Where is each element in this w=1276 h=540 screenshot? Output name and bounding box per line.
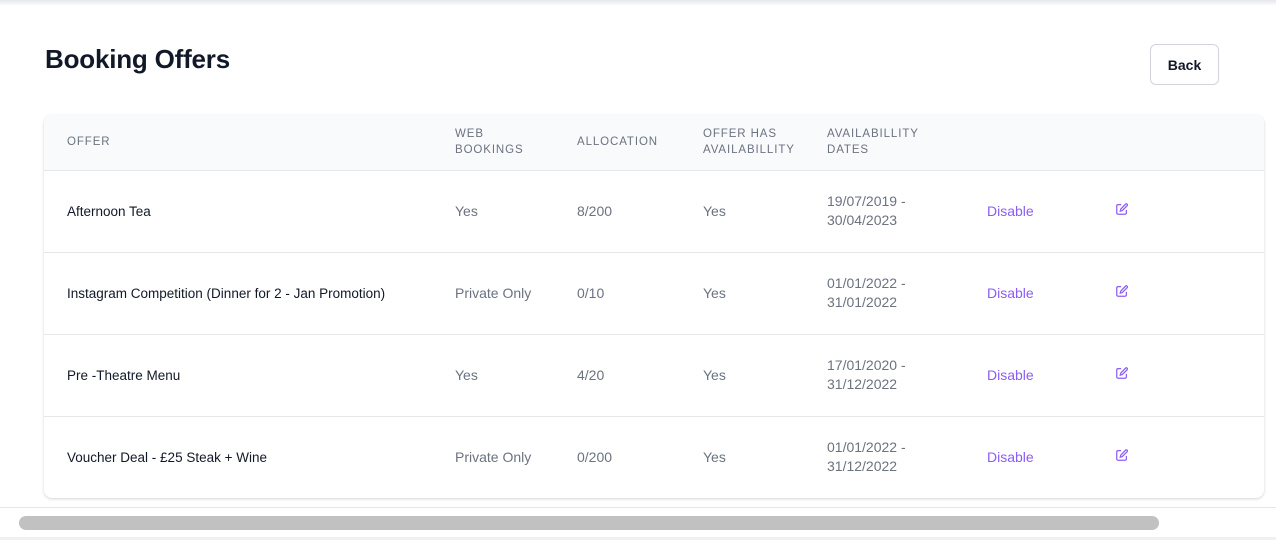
- column-header-offer: OFFER: [67, 136, 111, 149]
- disable-link[interactable]: Disable: [987, 285, 1034, 301]
- offer-name: Pre -Theatre Menu: [67, 367, 181, 383]
- availability-dates: 01/01/2022 -31/12/2022: [827, 439, 906, 475]
- allocation-value: 0/10: [577, 284, 605, 301]
- availability-dates: 17/01/2020 -31/12/2022: [827, 357, 906, 392]
- offer-name: Afternoon Tea: [67, 203, 151, 219]
- edit-icon[interactable]: [1115, 366, 1129, 380]
- column-header-edit: [1092, 115, 1264, 170]
- top-divider: [0, 0, 1276, 6]
- disable-link[interactable]: Disable: [987, 367, 1034, 383]
- column-header-has-availability: OFFER HAS AVAILABILLITY: [703, 128, 795, 157]
- column-header-allocation: ALLOCATION: [577, 136, 658, 149]
- allocation-value: 8/200: [577, 202, 613, 219]
- has-availability-value: Yes: [703, 202, 726, 219]
- page-title: Booking Offers: [45, 44, 230, 74]
- column-header-availability-dates: AVAILABILLITY DATES: [827, 128, 919, 157]
- has-availability-value: Yes: [703, 366, 726, 383]
- table-row: Voucher Deal - £25 Steak + Wine Private …: [44, 416, 1264, 498]
- offers-table-card: OFFER WEB BOOKINGS ALLOCATION OFFER HAS AV…: [44, 115, 1264, 498]
- web-bookings-value: Yes: [455, 366, 478, 383]
- has-availability-value: Yes: [703, 284, 726, 301]
- column-header-action: [964, 115, 1092, 170]
- edit-icon[interactable]: [1115, 448, 1129, 462]
- offer-name: Voucher Deal - £25 Steak + Wine: [67, 449, 267, 465]
- edit-cell: [1092, 334, 1264, 416]
- disable-link[interactable]: Disable: [987, 449, 1034, 465]
- disable-link[interactable]: Disable: [987, 203, 1034, 219]
- has-availability-value: Yes: [703, 448, 726, 465]
- table-header-row: OFFER WEB BOOKINGS ALLOCATION OFFER HAS AV…: [44, 115, 1264, 170]
- allocation-value: 4/20: [577, 366, 605, 383]
- action-cell: Disable: [964, 252, 1092, 334]
- action-cell: Disable: [964, 334, 1092, 416]
- web-bookings-value: Yes: [455, 202, 478, 219]
- availability-dates: 19/07/2019 -30/04/2023: [827, 193, 906, 228]
- edit-cell: [1092, 416, 1264, 498]
- table-row: Afternoon Tea Yes 8/200 Yes 19/07/2019 -…: [44, 170, 1264, 252]
- edit-icon[interactable]: [1115, 202, 1129, 216]
- edit-cell: [1092, 252, 1264, 334]
- horizontal-scrollbar-thumb[interactable]: [19, 516, 1159, 530]
- availability-dates: 01/01/2022 -31/01/2022: [827, 275, 906, 310]
- back-button[interactable]: Back: [1150, 44, 1219, 85]
- column-header-web-bookings: WEB BOOKINGS: [455, 128, 524, 157]
- allocation-value: 0/200: [577, 448, 613, 465]
- table-row: Instagram Competition (Dinner for 2 - Ja…: [44, 252, 1264, 334]
- edit-cell: [1092, 170, 1264, 252]
- web-bookings-value: Private Only: [455, 284, 532, 301]
- offers-table: OFFER WEB BOOKINGS ALLOCATION OFFER HAS AV…: [44, 115, 1264, 498]
- table-row: Pre -Theatre Menu Yes 4/20 Yes 17/01/202…: [44, 334, 1264, 416]
- action-cell: Disable: [964, 170, 1092, 252]
- offer-name: Instagram Competition (Dinner for 2 - Ja…: [67, 285, 386, 301]
- web-bookings-value: Private Only: [455, 448, 532, 465]
- edit-icon[interactable]: [1115, 284, 1129, 298]
- action-cell: Disable: [964, 416, 1092, 498]
